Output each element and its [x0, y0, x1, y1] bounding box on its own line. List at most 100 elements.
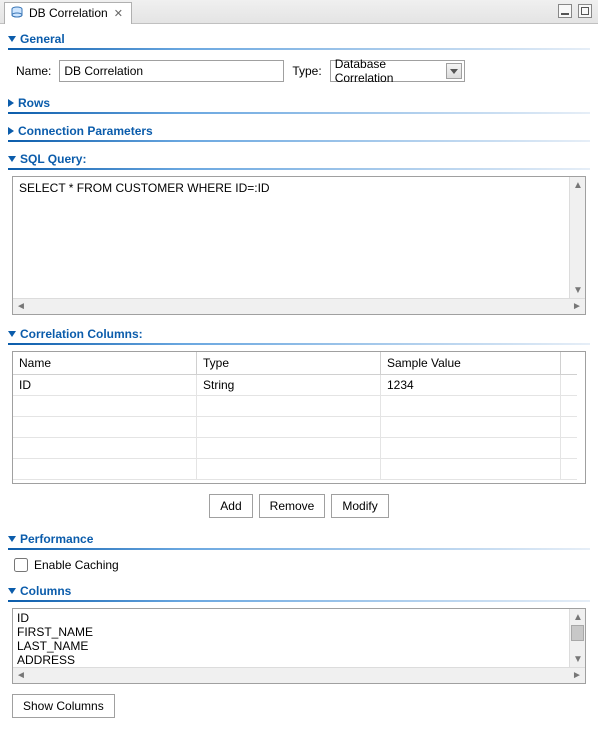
chevron-down-icon: [8, 156, 16, 162]
cell-sample: [381, 438, 561, 459]
scroll-right-icon[interactable]: ►: [569, 299, 585, 315]
chevron-down-icon: [8, 588, 16, 594]
vertical-scrollbar[interactable]: ▲ ▼: [569, 609, 585, 667]
general-form-row: Name: Type: Database Correlation: [8, 56, 590, 92]
tab-title: DB Correlation: [29, 6, 108, 20]
section-title: SQL Query:: [20, 152, 86, 166]
section-columns-header[interactable]: Columns: [8, 580, 590, 600]
divider: [8, 548, 590, 550]
titlebar: DB Correlation ✕: [0, 0, 598, 24]
cell-spacer: [561, 396, 577, 417]
name-label: Name:: [16, 64, 51, 78]
divider: [8, 343, 590, 345]
col-header-name[interactable]: Name: [13, 352, 197, 375]
divider: [8, 112, 590, 114]
table-row[interactable]: [13, 417, 585, 438]
sql-query-area: ▲ ▼ ◄ ►: [12, 176, 586, 315]
scroll-up-icon[interactable]: ▲: [570, 609, 585, 625]
editor-tab[interactable]: DB Correlation ✕: [4, 2, 132, 24]
section-sql-header[interactable]: SQL Query:: [8, 148, 590, 168]
scroll-thumb[interactable]: [571, 625, 584, 641]
correlation-table: Name Type Sample Value IDString1234: [12, 351, 586, 484]
scroll-left-icon[interactable]: ◄: [13, 299, 29, 315]
cell-sample: [381, 459, 561, 480]
divider: [8, 48, 590, 50]
close-icon[interactable]: ✕: [112, 7, 125, 20]
section-connection-header[interactable]: Connection Parameters: [8, 120, 590, 140]
modify-button[interactable]: Modify: [331, 494, 388, 518]
section-title: Connection Parameters: [18, 124, 153, 138]
section-title: Columns: [20, 584, 71, 598]
section-general-header[interactable]: General: [8, 28, 590, 48]
horizontal-scrollbar[interactable]: ◄ ►: [13, 298, 585, 314]
col-header-spacer: [561, 352, 577, 375]
type-label: Type:: [292, 64, 321, 78]
col-header-type[interactable]: Type: [197, 352, 381, 375]
section-correlation-header[interactable]: Correlation Columns:: [8, 323, 590, 343]
table-row[interactable]: [13, 459, 585, 480]
columns-list[interactable]: IDFIRST_NAMELAST_NAMEADDRESS: [13, 609, 585, 667]
list-item[interactable]: ID: [17, 611, 581, 625]
cell-name: [13, 417, 197, 438]
cell-name: [13, 396, 197, 417]
cell-name: [13, 438, 197, 459]
remove-button[interactable]: Remove: [259, 494, 326, 518]
enable-caching-label[interactable]: Enable Caching: [34, 558, 119, 572]
table-row[interactable]: [13, 438, 585, 459]
scroll-up-icon[interactable]: ▲: [570, 177, 586, 193]
table-row[interactable]: IDString1234: [13, 375, 585, 396]
cell-spacer: [561, 438, 577, 459]
cell-spacer: [561, 459, 577, 480]
table-header: Name Type Sample Value: [13, 352, 585, 375]
list-item[interactable]: LAST_NAME: [17, 639, 581, 653]
maximize-button[interactable]: [578, 4, 592, 18]
cell-type: [197, 396, 381, 417]
chevron-right-icon: [8, 99, 14, 107]
scroll-down-icon[interactable]: ▼: [570, 651, 585, 667]
sql-query-input[interactable]: [13, 177, 585, 295]
cell-sample: [381, 396, 561, 417]
section-title: Correlation Columns:: [20, 327, 143, 341]
cell-type: [197, 417, 381, 438]
cell-type: [197, 438, 381, 459]
cell-type: [197, 459, 381, 480]
horizontal-scrollbar[interactable]: ◄ ►: [13, 667, 585, 683]
type-select-value: Database Correlation: [335, 57, 446, 85]
chevron-down-icon: [8, 331, 16, 337]
scroll-down-icon[interactable]: ▼: [570, 282, 586, 298]
list-item[interactable]: ADDRESS: [17, 653, 581, 667]
chevron-down-icon: [446, 63, 462, 79]
divider: [8, 168, 590, 170]
chevron-down-icon: [8, 536, 16, 542]
enable-caching-checkbox[interactable]: [14, 558, 28, 572]
minimize-button[interactable]: [558, 4, 572, 18]
section-performance-header[interactable]: Performance: [8, 528, 590, 548]
name-input[interactable]: [59, 60, 284, 82]
chevron-down-icon: [8, 36, 16, 42]
columns-list-wrap: IDFIRST_NAMELAST_NAMEADDRESS ▲ ▼ ◄ ►: [12, 608, 586, 684]
list-item[interactable]: FIRST_NAME: [17, 625, 581, 639]
vertical-scrollbar[interactable]: ▲ ▼: [569, 177, 585, 298]
section-title: Performance: [20, 532, 93, 546]
section-title: Rows: [18, 96, 50, 110]
cell-spacer: [561, 417, 577, 438]
scroll-left-icon[interactable]: ◄: [13, 668, 29, 684]
divider: [8, 600, 590, 602]
chevron-right-icon: [8, 127, 14, 135]
cell-sample: [381, 417, 561, 438]
show-columns-button[interactable]: Show Columns: [12, 694, 115, 718]
section-title: General: [20, 32, 65, 46]
add-button[interactable]: Add: [209, 494, 252, 518]
section-rows-header[interactable]: Rows: [8, 92, 590, 112]
cell-name: [13, 459, 197, 480]
type-select[interactable]: Database Correlation: [330, 60, 465, 82]
divider: [8, 140, 590, 142]
scroll-right-icon[interactable]: ►: [569, 668, 585, 684]
cell-name: ID: [13, 375, 197, 396]
table-row[interactable]: [13, 396, 585, 417]
db-icon: [9, 5, 25, 21]
cell-type: String: [197, 375, 381, 396]
col-header-sample[interactable]: Sample Value: [381, 352, 561, 375]
table-body: IDString1234: [13, 375, 585, 483]
cell-spacer: [561, 375, 577, 396]
